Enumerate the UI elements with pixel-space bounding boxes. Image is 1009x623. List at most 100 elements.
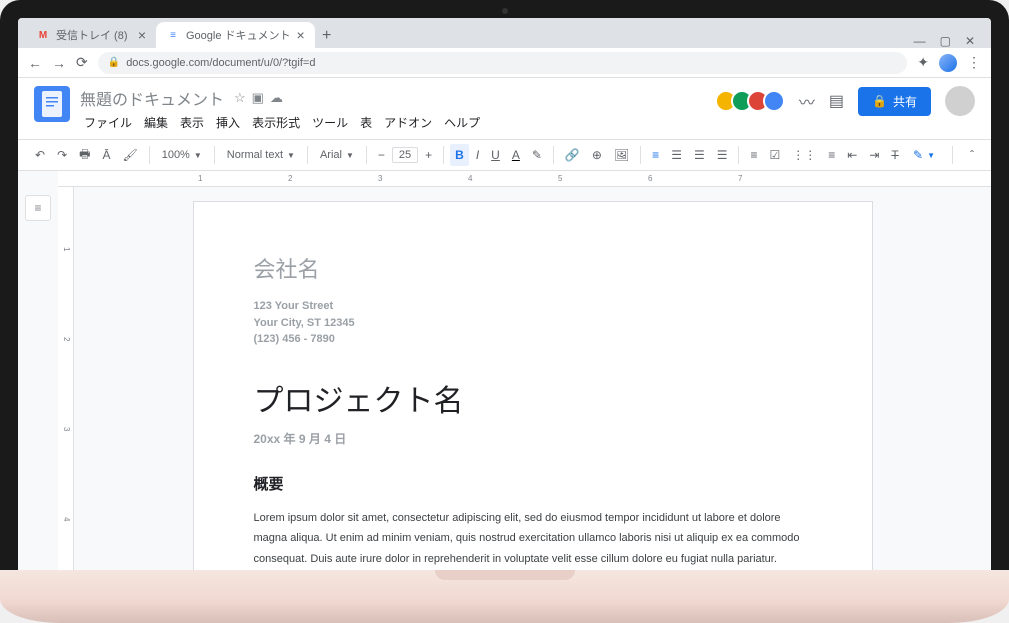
profile-avatar[interactable]: [939, 54, 957, 72]
style-select[interactable]: Normal text▼: [221, 147, 301, 163]
text-color-button[interactable]: A: [507, 144, 525, 166]
highlight-button[interactable]: ✎: [527, 144, 547, 166]
numbered-list-button[interactable]: ≡: [823, 144, 840, 166]
align-right-button[interactable]: ☰: [689, 144, 710, 166]
zoom-select[interactable]: 100%▼: [156, 147, 208, 163]
format-paint-button[interactable]: 🖌: [117, 144, 142, 166]
share-button[interactable]: 🔒 共有: [858, 87, 931, 116]
docs-logo-icon[interactable]: [34, 86, 70, 122]
redo-button[interactable]: ↷: [52, 144, 72, 166]
url-text: docs.google.com/document/u/0/?tgif=d: [126, 57, 315, 69]
menu-file[interactable]: ファイル: [80, 112, 136, 133]
extensions-area: ✦ ⋮: [917, 54, 981, 72]
clear-format-button[interactable]: T: [886, 144, 903, 166]
star-icon[interactable]: ☆: [234, 90, 246, 106]
align-justify-button[interactable]: ☰: [712, 144, 733, 166]
chevron-down-icon: ▼: [194, 151, 202, 160]
font-select[interactable]: Arial▼: [314, 147, 360, 163]
address-bar: ← → ⟳ 🔒 docs.google.com/document/u/0/?tg…: [18, 48, 991, 78]
overview-body[interactable]: Lorem ipsum dolor sit amet, consectetur …: [254, 508, 812, 571]
font-size-input[interactable]: 25: [392, 147, 418, 163]
laptop-base: [0, 570, 1009, 623]
checklist-button[interactable]: ☑: [765, 144, 786, 166]
address-city[interactable]: Your City, ST 12345: [254, 315, 812, 332]
menu-table[interactable]: 表: [356, 112, 376, 133]
overview-heading[interactable]: 概要: [254, 473, 812, 494]
chevron-down-icon: ▼: [287, 151, 295, 160]
vertical-ruler[interactable]: 1 2 3 4: [58, 187, 74, 570]
new-tab-button[interactable]: +: [315, 24, 339, 48]
header-right: 〰 ▤ 🔒 共有: [721, 86, 975, 116]
title-area: 無題のドキュメント ☆ ▣ ☁ ファイル 編集 表示 挿入 表示形式 ツール: [80, 86, 711, 133]
font-decrease-button[interactable]: −: [373, 144, 390, 166]
menu-icon[interactable]: ⋮: [967, 54, 981, 71]
underline-button[interactable]: U: [486, 144, 505, 166]
comments-icon[interactable]: ▤: [829, 91, 844, 111]
user-avatar[interactable]: [945, 86, 975, 116]
menu-edit[interactable]: 編集: [140, 112, 172, 133]
browser-tab-strip: M 受信トレイ (8) × ≡ Google ドキュメント × + — ▢ ✕: [18, 18, 991, 48]
address-street[interactable]: 123 Your Street: [254, 298, 812, 315]
workspace: 1 2 3 4 5 6 7 ≡ 1 2 3 4: [18, 171, 991, 570]
extensions-icon[interactable]: ✦: [917, 54, 929, 71]
document-page[interactable]: 会社名 123 Your Street Your City, ST 12345 …: [193, 201, 873, 570]
collapse-toolbar-button[interactable]: ˆ: [965, 144, 979, 166]
left-gutter: ≡: [18, 171, 58, 570]
spellcheck-button[interactable]: Ā: [97, 144, 115, 166]
avatar[interactable]: [763, 90, 785, 112]
menu-format[interactable]: 表示形式: [248, 112, 304, 133]
reload-button[interactable]: ⟳: [76, 54, 88, 71]
document-canvas[interactable]: 会社名 123 Your Street Your City, ST 12345 …: [74, 171, 991, 570]
undo-button[interactable]: ↶: [30, 144, 50, 166]
menu-help[interactable]: ヘルプ: [440, 112, 484, 133]
activity-icon[interactable]: 〰: [799, 89, 815, 113]
browser-tab-docs[interactable]: ≡ Google ドキュメント ×: [156, 22, 315, 48]
forward-button[interactable]: →: [52, 55, 66, 71]
document-title[interactable]: 無題のドキュメント: [80, 86, 224, 110]
url-input[interactable]: 🔒 docs.google.com/document/u/0/?tgif=d: [98, 52, 908, 74]
document-date[interactable]: 20xx 年 9 月 4 日: [254, 430, 812, 447]
maximize-button[interactable]: ▢: [940, 34, 951, 48]
company-name[interactable]: 会社名: [254, 252, 812, 284]
move-icon[interactable]: ▣: [252, 90, 264, 106]
close-icon[interactable]: ×: [297, 27, 305, 43]
image-button[interactable]: 🖼: [609, 144, 634, 166]
chevron-down-icon: ▼: [927, 151, 935, 160]
menu-tools[interactable]: ツール: [308, 112, 352, 133]
close-window-button[interactable]: ✕: [965, 34, 975, 48]
outline-button[interactable]: ≡: [25, 195, 51, 221]
bullet-list-button[interactable]: ⋮⋮: [787, 144, 821, 166]
increase-indent-button[interactable]: ⇥: [864, 144, 884, 166]
font-increase-button[interactable]: +: [420, 144, 437, 166]
menu-view[interactable]: 表示: [176, 112, 208, 133]
horizontal-ruler[interactable]: 1 2 3 4 5 6 7: [58, 171, 991, 187]
collaborator-avatars[interactable]: [721, 90, 785, 112]
editing-mode-button[interactable]: ✎ ▼: [908, 144, 940, 166]
cloud-icon[interactable]: ☁: [270, 90, 283, 106]
minimize-button[interactable]: —: [914, 34, 926, 48]
formatting-toolbar: ↶ ↷ 🖶 Ā 🖌 100%▼ Normal text▼ Arial▼ − 25…: [18, 139, 991, 171]
close-icon[interactable]: ×: [138, 27, 146, 43]
menu-bar: ファイル 編集 表示 挿入 表示形式 ツール 表 アドオン ヘルプ: [80, 112, 711, 133]
tab-label: Google ドキュメント: [186, 27, 291, 43]
browser-tab-gmail[interactable]: M 受信トレイ (8) ×: [26, 22, 156, 48]
align-left-button[interactable]: ≡: [647, 144, 664, 166]
screen: M 受信トレイ (8) × ≡ Google ドキュメント × + — ▢ ✕: [18, 18, 991, 570]
decrease-indent-button[interactable]: ⇤: [842, 144, 862, 166]
print-button[interactable]: 🖶: [74, 141, 95, 170]
align-center-button[interactable]: ☰: [666, 144, 687, 166]
comment-button[interactable]: ⊕: [587, 144, 607, 166]
project-title[interactable]: プロジェクト名: [254, 376, 812, 420]
chevron-down-icon: ▼: [346, 151, 354, 160]
menu-addons[interactable]: アドオン: [380, 112, 436, 133]
italic-button[interactable]: I: [471, 144, 484, 166]
back-button[interactable]: ←: [28, 55, 42, 71]
line-spacing-button[interactable]: ≡: [745, 144, 762, 166]
tab-label: 受信トレイ (8): [56, 27, 128, 43]
menu-insert[interactable]: 挿入: [212, 112, 244, 133]
bold-button[interactable]: B: [450, 144, 469, 166]
address-phone[interactable]: (123) 456 - 7890: [254, 331, 812, 348]
link-button[interactable]: 🔗: [560, 144, 585, 166]
laptop-frame: M 受信トレイ (8) × ≡ Google ドキュメント × + — ▢ ✕: [0, 0, 1009, 623]
lock-icon: 🔒: [108, 57, 120, 68]
